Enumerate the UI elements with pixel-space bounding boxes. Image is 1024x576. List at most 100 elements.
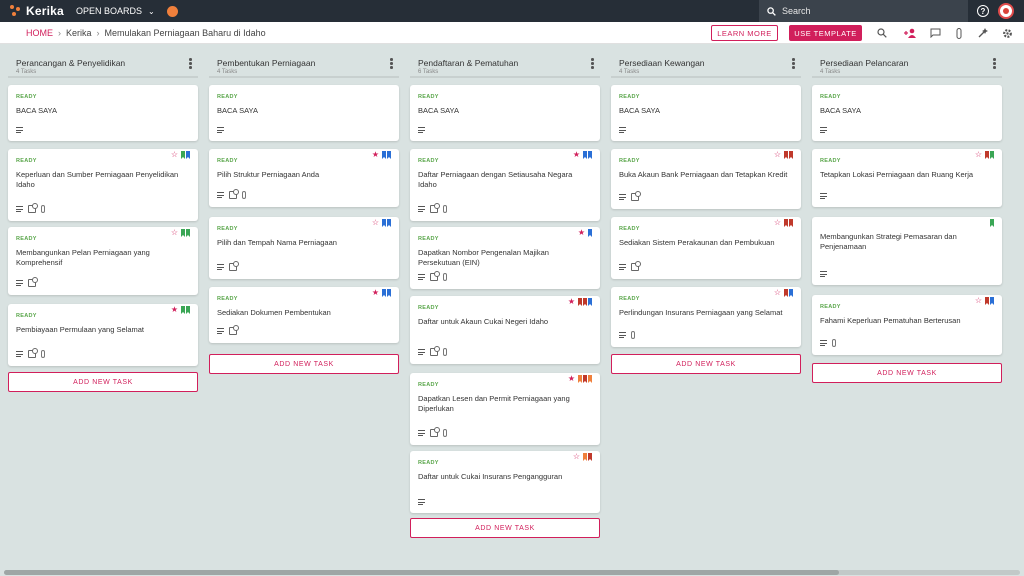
more-vertical-icon[interactable] xyxy=(993,58,996,70)
task-status: READY xyxy=(217,226,238,232)
star-icon[interactable]: ★ xyxy=(578,229,585,237)
description-icon xyxy=(820,271,827,277)
star-icon[interactable]: ☆ xyxy=(171,151,178,159)
add-new-task-button[interactable]: ADD NEW TASK xyxy=(8,372,198,392)
attachment-icon[interactable] xyxy=(952,26,966,40)
tag-bookmark-icon xyxy=(583,453,587,461)
avatar[interactable] xyxy=(998,3,1014,19)
tag-bookmark-icon xyxy=(382,289,386,297)
task-card[interactable]: Membangunkan Strategi Pemasaran dan Penj… xyxy=(812,217,1002,285)
task-card[interactable]: READY Perlindungan Insurans Perniagaan ya… xyxy=(611,287,801,347)
star-icon[interactable]: ★ xyxy=(568,375,575,383)
task-card[interactable]: READY Sediakan Dokumen Pembentukan ★ xyxy=(209,287,399,343)
add-new-task-button[interactable]: ADD NEW TASK xyxy=(410,518,600,538)
task-status: READY xyxy=(619,226,640,232)
column-title[interactable]: Persediaan Kewangan xyxy=(619,52,801,68)
task-indicators xyxy=(16,277,38,287)
notification-badge-icon[interactable] xyxy=(166,5,178,17)
task-card[interactable]: READY BACA SAYA xyxy=(812,85,1002,141)
add-person-icon[interactable] xyxy=(903,26,917,40)
open-boards-menu[interactable]: OPEN BOARDS ⌄ xyxy=(76,5,178,17)
task-card[interactable]: READY Dapatkan Nombor Pengenalan Majikan … xyxy=(410,227,600,289)
column-header[interactable]: Pembentukan Perniagaan 4 Tasks xyxy=(209,52,399,78)
search-icon[interactable] xyxy=(875,26,889,40)
star-icon[interactable]: ☆ xyxy=(774,289,781,297)
task-card[interactable]: READY Tetapkan Lokasi Perniagaan dan Ruan… xyxy=(812,149,1002,207)
attachment-icon xyxy=(832,339,836,347)
settings-icon[interactable] xyxy=(1000,26,1014,40)
more-vertical-icon[interactable] xyxy=(390,58,393,70)
task-card[interactable]: READY Daftar Perniagaan dengan Setiausaha… xyxy=(410,149,600,221)
task-tags: ☆ xyxy=(171,229,190,237)
breadcrumb-home[interactable]: HOME xyxy=(26,28,53,38)
column-title[interactable]: Perancangan & Penyelidikan xyxy=(16,52,198,68)
star-icon[interactable]: ☆ xyxy=(171,229,178,237)
more-vertical-icon[interactable] xyxy=(792,58,795,70)
horizontal-scrollbar[interactable] xyxy=(4,570,1020,575)
star-icon[interactable]: ☆ xyxy=(975,297,982,305)
column-header[interactable]: Perancangan & Penyelidikan 4 Tasks xyxy=(8,52,198,78)
task-card[interactable]: READY Membangunkan Pelan Perniagaan yang … xyxy=(8,227,198,295)
star-icon[interactable]: ★ xyxy=(573,151,580,159)
star-icon[interactable]: ★ xyxy=(372,151,379,159)
attachment-icon xyxy=(443,429,447,437)
search-box[interactable]: Search xyxy=(759,0,968,22)
star-icon[interactable]: ★ xyxy=(171,306,178,314)
star-icon[interactable]: ☆ xyxy=(975,151,982,159)
more-vertical-icon[interactable] xyxy=(189,58,192,70)
star-icon[interactable]: ☆ xyxy=(372,219,379,227)
task-indicators xyxy=(217,325,239,335)
breadcrumb-item[interactable]: Kerika xyxy=(66,28,92,38)
task-name: Pilih Struktur Perniagaan Anda xyxy=(217,170,320,179)
task-card[interactable]: READY Sediakan Sistem Perakaunan dan Pemb… xyxy=(611,217,801,279)
task-indicators xyxy=(820,271,827,277)
task-tags: ☆ xyxy=(171,151,190,159)
task-name: Membangunkan Pelan Perniagaan yang Kompr… xyxy=(16,248,150,267)
add-new-task-button[interactable]: ADD NEW TASK xyxy=(812,363,1002,383)
wand-icon[interactable] xyxy=(976,26,990,40)
column-header[interactable]: Persediaan Pelancaran 4 Tasks xyxy=(812,52,1002,78)
task-card[interactable]: READY Dapatkan Lesen dan Permit Perniagaa… xyxy=(410,373,600,445)
attachment-icon xyxy=(443,205,447,213)
task-status: READY xyxy=(820,158,841,164)
scrollbar-thumb[interactable] xyxy=(4,570,839,575)
learn-more-button[interactable]: LEARN MORE xyxy=(711,25,778,41)
chat-icon[interactable] xyxy=(928,26,942,40)
star-icon[interactable]: ★ xyxy=(372,289,379,297)
task-card[interactable]: READY Pembiayaan Permulaan yang Selamat ★ xyxy=(8,304,198,366)
task-card[interactable]: READY Pilih dan Tempah Nama Perniagaan ☆ xyxy=(209,217,399,279)
task-indicators xyxy=(16,348,45,358)
use-template-button[interactable]: USE TEMPLATE xyxy=(789,25,862,41)
column-header[interactable]: Pendaftaran & Pematuhan 6 Tasks xyxy=(410,52,600,78)
more-vertical-icon[interactable] xyxy=(591,58,594,70)
star-icon[interactable]: ☆ xyxy=(774,151,781,159)
task-card[interactable]: READY BACA SAYA xyxy=(209,85,399,141)
column-title[interactable]: Pendaftaran & Pematuhan xyxy=(418,52,600,68)
task-card[interactable]: READY Pilih Struktur Perniagaan Anda ★ xyxy=(209,149,399,207)
task-card[interactable]: READY Buka Akaun Bank Perniagaan dan Teta… xyxy=(611,149,801,209)
task-card[interactable]: READY Daftar untuk Cukai Insurans Pengang… xyxy=(410,451,600,513)
task-card[interactable]: READY BACA SAYA xyxy=(410,85,600,141)
task-tags: ★ xyxy=(578,229,592,237)
task-card[interactable]: READY Fahami Keperluan Pematuhan Berterus… xyxy=(812,295,1002,355)
task-card[interactable]: READY Daftar untuk Akaun Cukai Negeri Ida… xyxy=(410,296,600,364)
task-card[interactable]: READY Keperluan dan Sumber Perniagaan Pen… xyxy=(8,149,198,221)
add-new-task-button[interactable]: ADD NEW TASK xyxy=(611,354,801,374)
task-card[interactable]: READY BACA SAYA xyxy=(8,85,198,141)
board-header: HOME › Kerika › Memulakan Perniagaan Bah… xyxy=(0,22,1024,44)
app-logo[interactable]: Kerika xyxy=(0,4,70,18)
star-icon[interactable]: ★ xyxy=(568,298,575,306)
star-icon[interactable]: ☆ xyxy=(573,453,580,461)
task-tags: ☆ xyxy=(573,453,592,461)
add-new-task-button[interactable]: ADD NEW TASK xyxy=(209,354,399,374)
star-icon[interactable]: ☆ xyxy=(774,219,781,227)
open-boards-label: OPEN BOARDS xyxy=(76,6,143,16)
column-header[interactable]: Persediaan Kewangan 4 Tasks xyxy=(611,52,801,78)
task-indicators xyxy=(16,203,45,213)
tag-bookmark-icon xyxy=(789,289,793,297)
column-title[interactable]: Pembentukan Perniagaan xyxy=(217,52,399,68)
tag-bookmark-icon xyxy=(578,375,582,383)
task-card[interactable]: READY BACA SAYA xyxy=(611,85,801,141)
help-icon[interactable]: ? xyxy=(977,5,989,17)
column-title[interactable]: Persediaan Pelancaran xyxy=(820,52,1002,68)
